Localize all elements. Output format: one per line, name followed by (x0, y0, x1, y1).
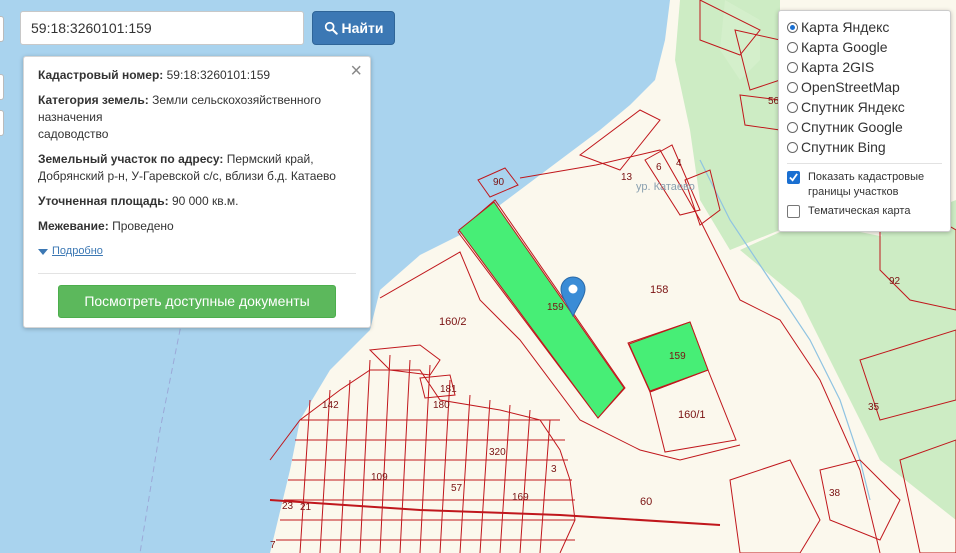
radio-icon[interactable] (787, 141, 798, 153)
label-160-1: 160/1 (678, 409, 706, 421)
parcel-info-popup: × Кадастровый номер: 59:18:3260101:159 К… (23, 56, 371, 328)
radio-icon[interactable] (787, 61, 798, 73)
cadastral-search-input[interactable] (20, 11, 304, 45)
radio-icon[interactable] (787, 121, 798, 133)
address-row: Земельный участок по адресу: Пермский кр… (38, 152, 336, 183)
label-159: 159 (547, 302, 564, 313)
layer-option-label: Спутник Bing (801, 139, 886, 155)
view-documents-button[interactable]: Посмотреть доступные документы (58, 285, 336, 318)
thematic-map-toggle[interactable]: Тематическая карта (787, 204, 942, 219)
label-159b: 159 (669, 351, 686, 362)
layer-option-label: Карта 2GIS (801, 59, 875, 75)
layer-option[interactable]: Карта Яндекс (787, 17, 942, 37)
side-control-1[interactable] (0, 16, 4, 42)
label-6: 6 (656, 162, 662, 173)
label-21: 21 (300, 502, 312, 513)
survey-row: Межевание: Проведено (38, 219, 174, 233)
radio-icon[interactable] (787, 81, 798, 93)
label-169: 169 (512, 492, 529, 503)
map-layers-panel: Карта Яндекс Карта Google Карта 2GIS OpenSt… (778, 10, 951, 232)
search-icon (324, 21, 338, 35)
layer-option[interactable]: Спутник Яндекс (787, 97, 942, 117)
land-use-value: садоводство (38, 127, 109, 141)
label-4: 4 (676, 158, 682, 169)
label-158: 158 (650, 284, 668, 296)
label-320: 320 (489, 447, 506, 458)
label-92: 92 (889, 276, 901, 287)
search-button-label: Найти (341, 20, 384, 36)
label-180: 180 (433, 400, 450, 411)
label-181: 181 (440, 384, 457, 395)
radio-icon[interactable] (787, 21, 798, 33)
layer-option[interactable]: Спутник Google (787, 117, 942, 137)
cadastral-number-row: Кадастровый номер: 59:18:3260101:159 (38, 68, 271, 82)
layer-option-label: Карта Google (801, 39, 888, 55)
thematic-map-label: Тематическая карта (808, 205, 911, 217)
close-icon[interactable]: × (350, 61, 362, 81)
label-90: 90 (493, 177, 505, 188)
area-value: 90 000 кв.м. (171, 194, 239, 208)
search-button[interactable]: Найти (312, 11, 395, 45)
radio-icon[interactable] (787, 101, 798, 113)
label-160-2: 160/2 (439, 316, 467, 328)
label-142: 142 (322, 400, 339, 411)
land-category-row: Категория земель: Земли сельскохозяйстве… (38, 93, 322, 141)
label-23: 23 (282, 501, 294, 512)
layers-divider (787, 163, 942, 164)
side-control-2[interactable] (0, 74, 4, 100)
layer-option[interactable]: Карта Google (787, 37, 942, 57)
side-control-3[interactable] (0, 110, 4, 136)
layer-option-label: OpenStreetMap (801, 79, 900, 95)
layer-options: Карта Яндекс Карта Google Карта 2GIS OpenSt… (787, 17, 942, 157)
label-57: 57 (451, 483, 463, 494)
locality-label: ур. Катаево (636, 181, 695, 193)
layer-option-label: Спутник Google (801, 119, 903, 135)
popup-divider (38, 273, 356, 274)
layer-option-label: Спутник Яндекс (801, 99, 905, 115)
details-toggle[interactable]: Подробно (38, 243, 356, 260)
layer-option[interactable]: OpenStreetMap (787, 77, 942, 97)
label-13: 13 (621, 172, 633, 183)
show-boundaries-toggle[interactable]: Показать кадастровые границы участков (787, 170, 942, 200)
label-7: 7 (270, 540, 276, 551)
layer-option[interactable]: Карта 2GIS (787, 57, 942, 77)
label-109: 109 (371, 472, 388, 483)
radio-icon[interactable] (787, 41, 798, 53)
details-link-label: Подробно (52, 245, 103, 257)
label-38: 38 (829, 488, 841, 499)
label-35: 35 (868, 402, 880, 413)
checkbox-checked-icon[interactable] (787, 171, 800, 184)
layer-option[interactable]: Спутник Bing (787, 137, 942, 157)
label-60: 60 (640, 496, 652, 508)
layer-option-label: Карта Яндекс (801, 19, 890, 35)
survey-value: Проведено (112, 219, 174, 233)
show-boundaries-label: Показать кадастровые границы участков (808, 171, 925, 198)
label-3: 3 (551, 464, 557, 475)
cadastral-number-value: 59:18:3260101:159 (166, 68, 271, 82)
checkbox-unchecked-icon[interactable] (787, 205, 800, 218)
area-row: Уточненная площадь: 90 000 кв.м. (38, 194, 239, 208)
caret-down-icon (38, 248, 48, 255)
